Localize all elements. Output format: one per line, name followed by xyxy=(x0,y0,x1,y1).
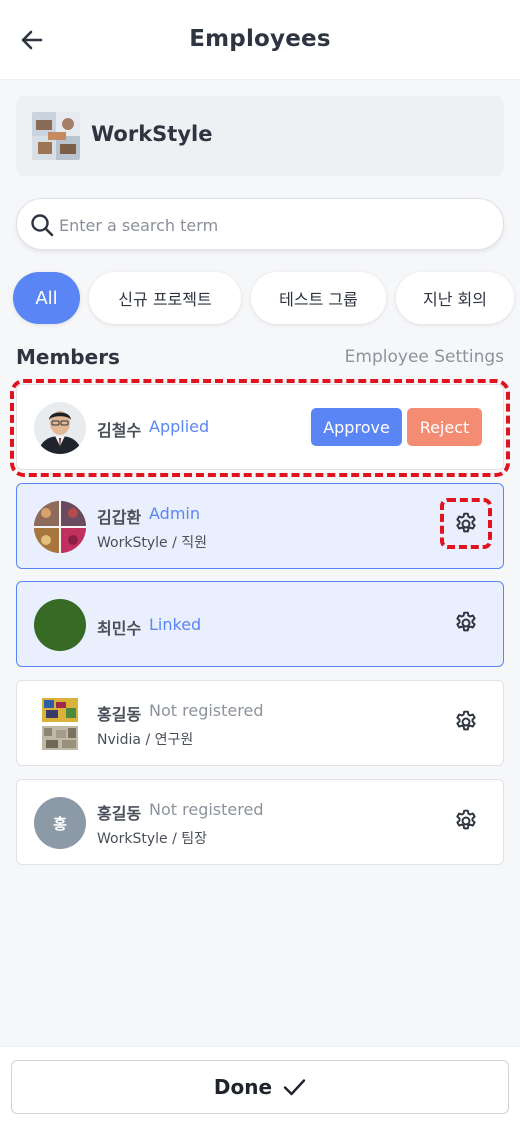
member-status: Not registered xyxy=(149,701,264,720)
member-card-admin[interactable]: 김갑환 Admin WorkStyle / 직원 xyxy=(16,483,504,569)
footer: Done xyxy=(0,1046,520,1125)
member-affiliation: Nvidia / 연구원 xyxy=(97,732,194,748)
chip-last-meeting[interactable]: 지난 회의 xyxy=(396,272,514,324)
member-name: 홍길동 xyxy=(97,705,142,724)
chip-all[interactable]: All xyxy=(13,272,80,324)
member-settings-button[interactable] xyxy=(451,707,481,737)
app-header: Employees xyxy=(0,0,520,80)
avatar xyxy=(34,599,86,651)
company-logo xyxy=(32,112,80,160)
approve-button[interactable]: Approve xyxy=(311,408,402,446)
gear-icon xyxy=(456,611,476,632)
done-label: Done xyxy=(213,1075,273,1099)
member-status: Admin xyxy=(149,504,200,523)
filter-chips: All 신규 프로젝트 테스트 그룹 지난 회의 xyxy=(0,272,520,326)
company-card: WorkStyle xyxy=(16,96,504,176)
avatar: 홍 xyxy=(34,797,86,849)
member-name: 홍길동 xyxy=(97,804,142,823)
members-title: Members xyxy=(16,345,120,369)
member-settings-button[interactable] xyxy=(451,806,481,836)
member-card-applied: 김철수 Applied Approve Reject xyxy=(16,384,504,470)
member-settings-button[interactable] xyxy=(451,608,481,638)
member-affiliation: WorkStyle / 직원 xyxy=(97,535,208,551)
done-button[interactable]: Done xyxy=(11,1060,509,1114)
member-card-not-registered[interactable]: 홍길동 Not registered Nvidia / 연구원 xyxy=(16,680,504,766)
search-icon xyxy=(31,214,54,237)
member-status: Not registered xyxy=(149,800,264,819)
chip-new-project[interactable]: 신규 프로젝트 xyxy=(89,272,241,324)
reject-button[interactable]: Reject xyxy=(407,408,482,446)
chip-test-group[interactable]: 테스트 그룹 xyxy=(251,272,386,324)
member-settings-button[interactable] xyxy=(451,509,481,539)
member-card-not-registered[interactable]: 홍 홍길동 Not registered WorkStyle / 팀장 xyxy=(16,779,504,865)
gear-icon xyxy=(456,710,476,731)
member-card-linked[interactable]: 최민수 Linked xyxy=(16,581,504,667)
avatar xyxy=(34,501,86,553)
member-status: Applied xyxy=(149,417,210,436)
member-affiliation: WorkStyle / 팀장 xyxy=(97,831,208,847)
member-name: 최민수 xyxy=(97,619,142,638)
search-bar xyxy=(16,198,504,250)
checkmark-icon xyxy=(283,1079,306,1096)
page-title: Employees xyxy=(189,26,331,52)
member-name: 김갑환 xyxy=(97,508,142,527)
member-name: 김철수 xyxy=(97,421,142,440)
avatar xyxy=(34,402,86,454)
search-input[interactable] xyxy=(59,211,489,239)
gear-icon xyxy=(456,512,476,533)
avatar xyxy=(34,698,86,750)
employee-settings-link[interactable]: Employee Settings xyxy=(345,347,504,367)
company-name: WorkStyle xyxy=(91,122,213,146)
gear-icon xyxy=(456,809,476,830)
member-status: Linked xyxy=(149,615,202,634)
